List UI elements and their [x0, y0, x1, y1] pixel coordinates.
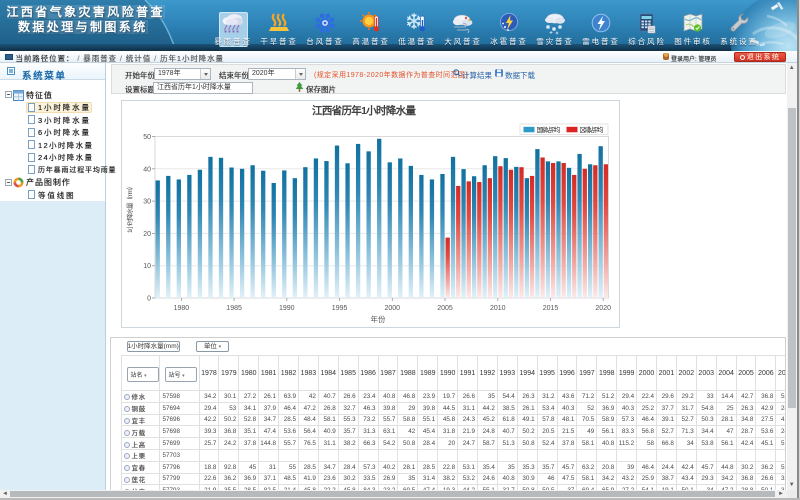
svg-text:50: 50: [143, 134, 151, 141]
svg-text:1990: 1990: [279, 305, 295, 312]
svg-text:1980: 1980: [173, 305, 189, 312]
svg-text:20: 20: [143, 231, 151, 238]
svg-text:区域站平均: 区域站平均: [579, 125, 604, 134]
svg-text:1995: 1995: [331, 305, 347, 312]
svg-text:1985: 1985: [226, 305, 242, 312]
svg-text:10: 10: [143, 263, 151, 270]
svg-text:2000: 2000: [384, 305, 400, 312]
svg-text:30: 30: [143, 199, 151, 206]
svg-text:40: 40: [143, 166, 151, 173]
svg-text:2005: 2005: [437, 305, 453, 312]
svg-text:1小时降水量（mm）: 1小时降水量（mm）: [125, 183, 134, 233]
svg-text:2020: 2020: [595, 305, 611, 312]
svg-text:年份: 年份: [370, 314, 386, 324]
svg-text:2010: 2010: [490, 305, 506, 312]
svg-text:江西省历年1小时降水量: 江西省历年1小时降水量: [312, 104, 418, 117]
svg-text:国家站平均: 国家站平均: [536, 125, 561, 134]
svg-text:0: 0: [147, 296, 151, 303]
svg-text:2015: 2015: [542, 305, 558, 312]
